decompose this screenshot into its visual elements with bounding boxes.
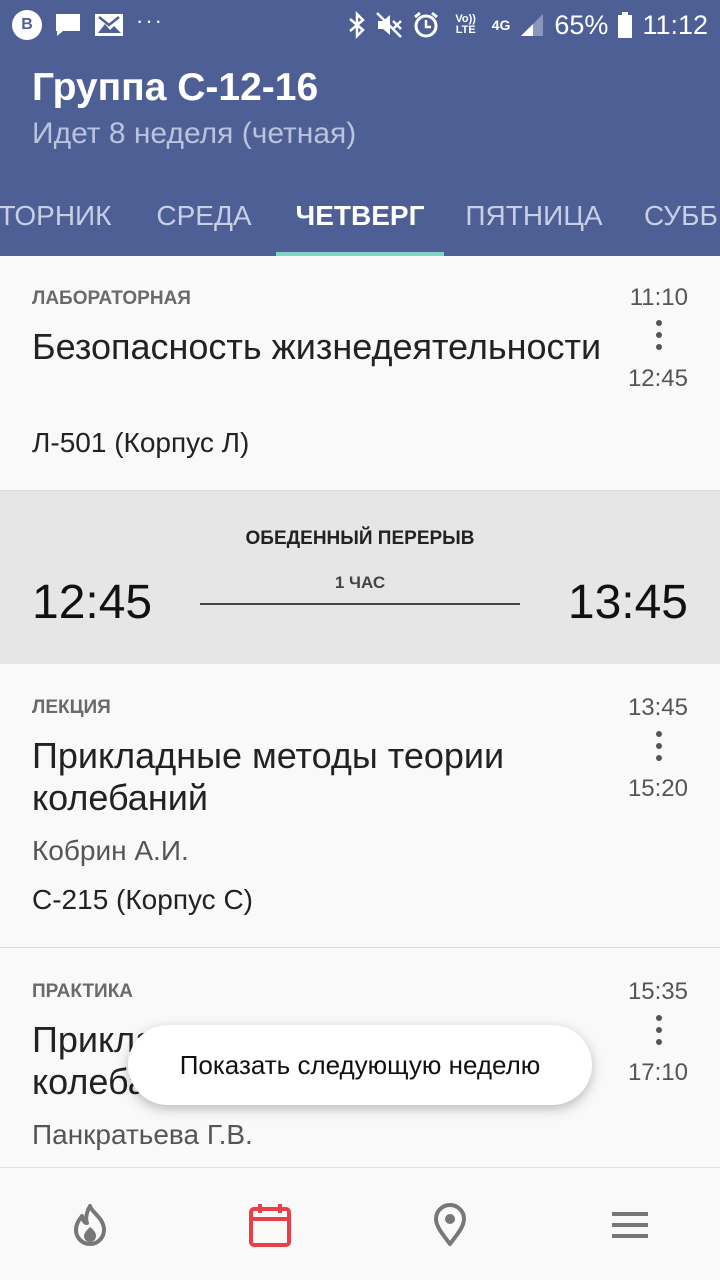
- calendar-icon: [249, 1203, 291, 1247]
- lesson-subject: Прикладные методы теории колебаний: [32, 735, 505, 818]
- lesson-end-time: 15:20: [627, 775, 688, 802]
- nav-fire[interactable]: [0, 1168, 180, 1280]
- page-title: Группа С-12-16: [32, 66, 319, 109]
- more-options-icon[interactable]: [651, 1015, 667, 1045]
- battery-percent: 65%: [554, 9, 609, 40]
- gallery-icon: [94, 12, 124, 38]
- lesson-subject: Безопасность жизнедеятельности: [32, 326, 602, 367]
- tab-friday[interactable]: ПЯТНИЦА: [452, 176, 616, 256]
- volte-indicator: Vo)) LTE: [455, 13, 476, 36]
- alarm-icon: [412, 11, 440, 39]
- lesson-start-time: 11:10: [629, 284, 688, 311]
- lesson-room: Л-501 (Корпус Л): [32, 427, 250, 458]
- menu-icon: [612, 1211, 648, 1238]
- lesson-start-time: 15:35: [627, 978, 688, 1005]
- location-pin-icon: [434, 1202, 466, 1246]
- network-type: 4G: [491, 16, 511, 33]
- nav-map[interactable]: [360, 1168, 540, 1280]
- vk-notification-icon: В: [12, 10, 42, 40]
- lesson-end-time: 12:45: [627, 365, 688, 392]
- lesson-start-time: 13:45: [627, 694, 688, 721]
- battery-icon: [617, 11, 633, 39]
- break-label: ОБЕДЕННЫЙ ПЕРЕРЫВ: [245, 528, 475, 549]
- lesson-type: ЛЕКЦИЯ: [32, 697, 111, 718]
- signal-icon: [519, 12, 545, 38]
- tab-wednesday[interactable]: СРЕДА: [136, 176, 272, 256]
- tab-tuesday[interactable]: ТОРНИК: [0, 176, 124, 256]
- lesson-room: С-215 (Корпус С): [32, 884, 253, 915]
- bottom-navigation: [0, 1167, 720, 1280]
- lesson-teacher: Панкратьева Г.В.: [32, 1119, 253, 1150]
- more-options-icon[interactable]: [651, 320, 667, 350]
- fire-icon: [74, 1203, 106, 1246]
- tab-saturday[interactable]: СУББ: [644, 176, 720, 256]
- nav-schedule[interactable]: [180, 1168, 360, 1280]
- app-bar: Группа С-12-16 Идет 8 неделя (четная) ТО…: [0, 50, 720, 256]
- lunch-break: ОБЕДЕННЫЙ ПЕРЕРЫВ 12:45 1 ЧАС 13:45: [0, 491, 720, 664]
- more-options-icon[interactable]: [651, 731, 667, 761]
- day-tabs: ТОРНИК СРЕДА ЧЕТВЕРГ ПЯТНИЦА СУББ: [0, 176, 720, 256]
- tab-thursday[interactable]: ЧЕТВЕРГ: [276, 176, 444, 256]
- break-end-time: 13:45: [567, 576, 688, 629]
- bluetooth-icon: [348, 11, 366, 39]
- lesson-type: ПРАКТИКА: [32, 981, 134, 1002]
- show-next-week-button[interactable]: Показать следующую неделю: [128, 1025, 592, 1105]
- week-subtitle: Идет 8 неделя (четная): [32, 117, 357, 150]
- clock: 11:12: [642, 9, 708, 40]
- lesson-teacher: Кобрин А.И.: [32, 835, 189, 866]
- lesson-card[interactable]: ЛЕКЦИЯ Прикладные методы теории колебани…: [0, 664, 720, 948]
- break-divider: [200, 603, 520, 605]
- lesson-card[interactable]: ЛАБОРАТОРНАЯ Безопасность жизнедеятельно…: [0, 256, 720, 491]
- mute-icon: [375, 11, 403, 39]
- message-icon: [54, 12, 82, 38]
- lesson-type: ЛАБОРАТОРНАЯ: [32, 288, 191, 309]
- more-notifications-icon: ···: [136, 8, 164, 33]
- nav-menu[interactable]: [540, 1168, 720, 1280]
- status-bar: В ··· Vo)) LTE 4G 65% 11:12: [0, 0, 720, 50]
- lesson-end-time: 17:10: [627, 1059, 688, 1086]
